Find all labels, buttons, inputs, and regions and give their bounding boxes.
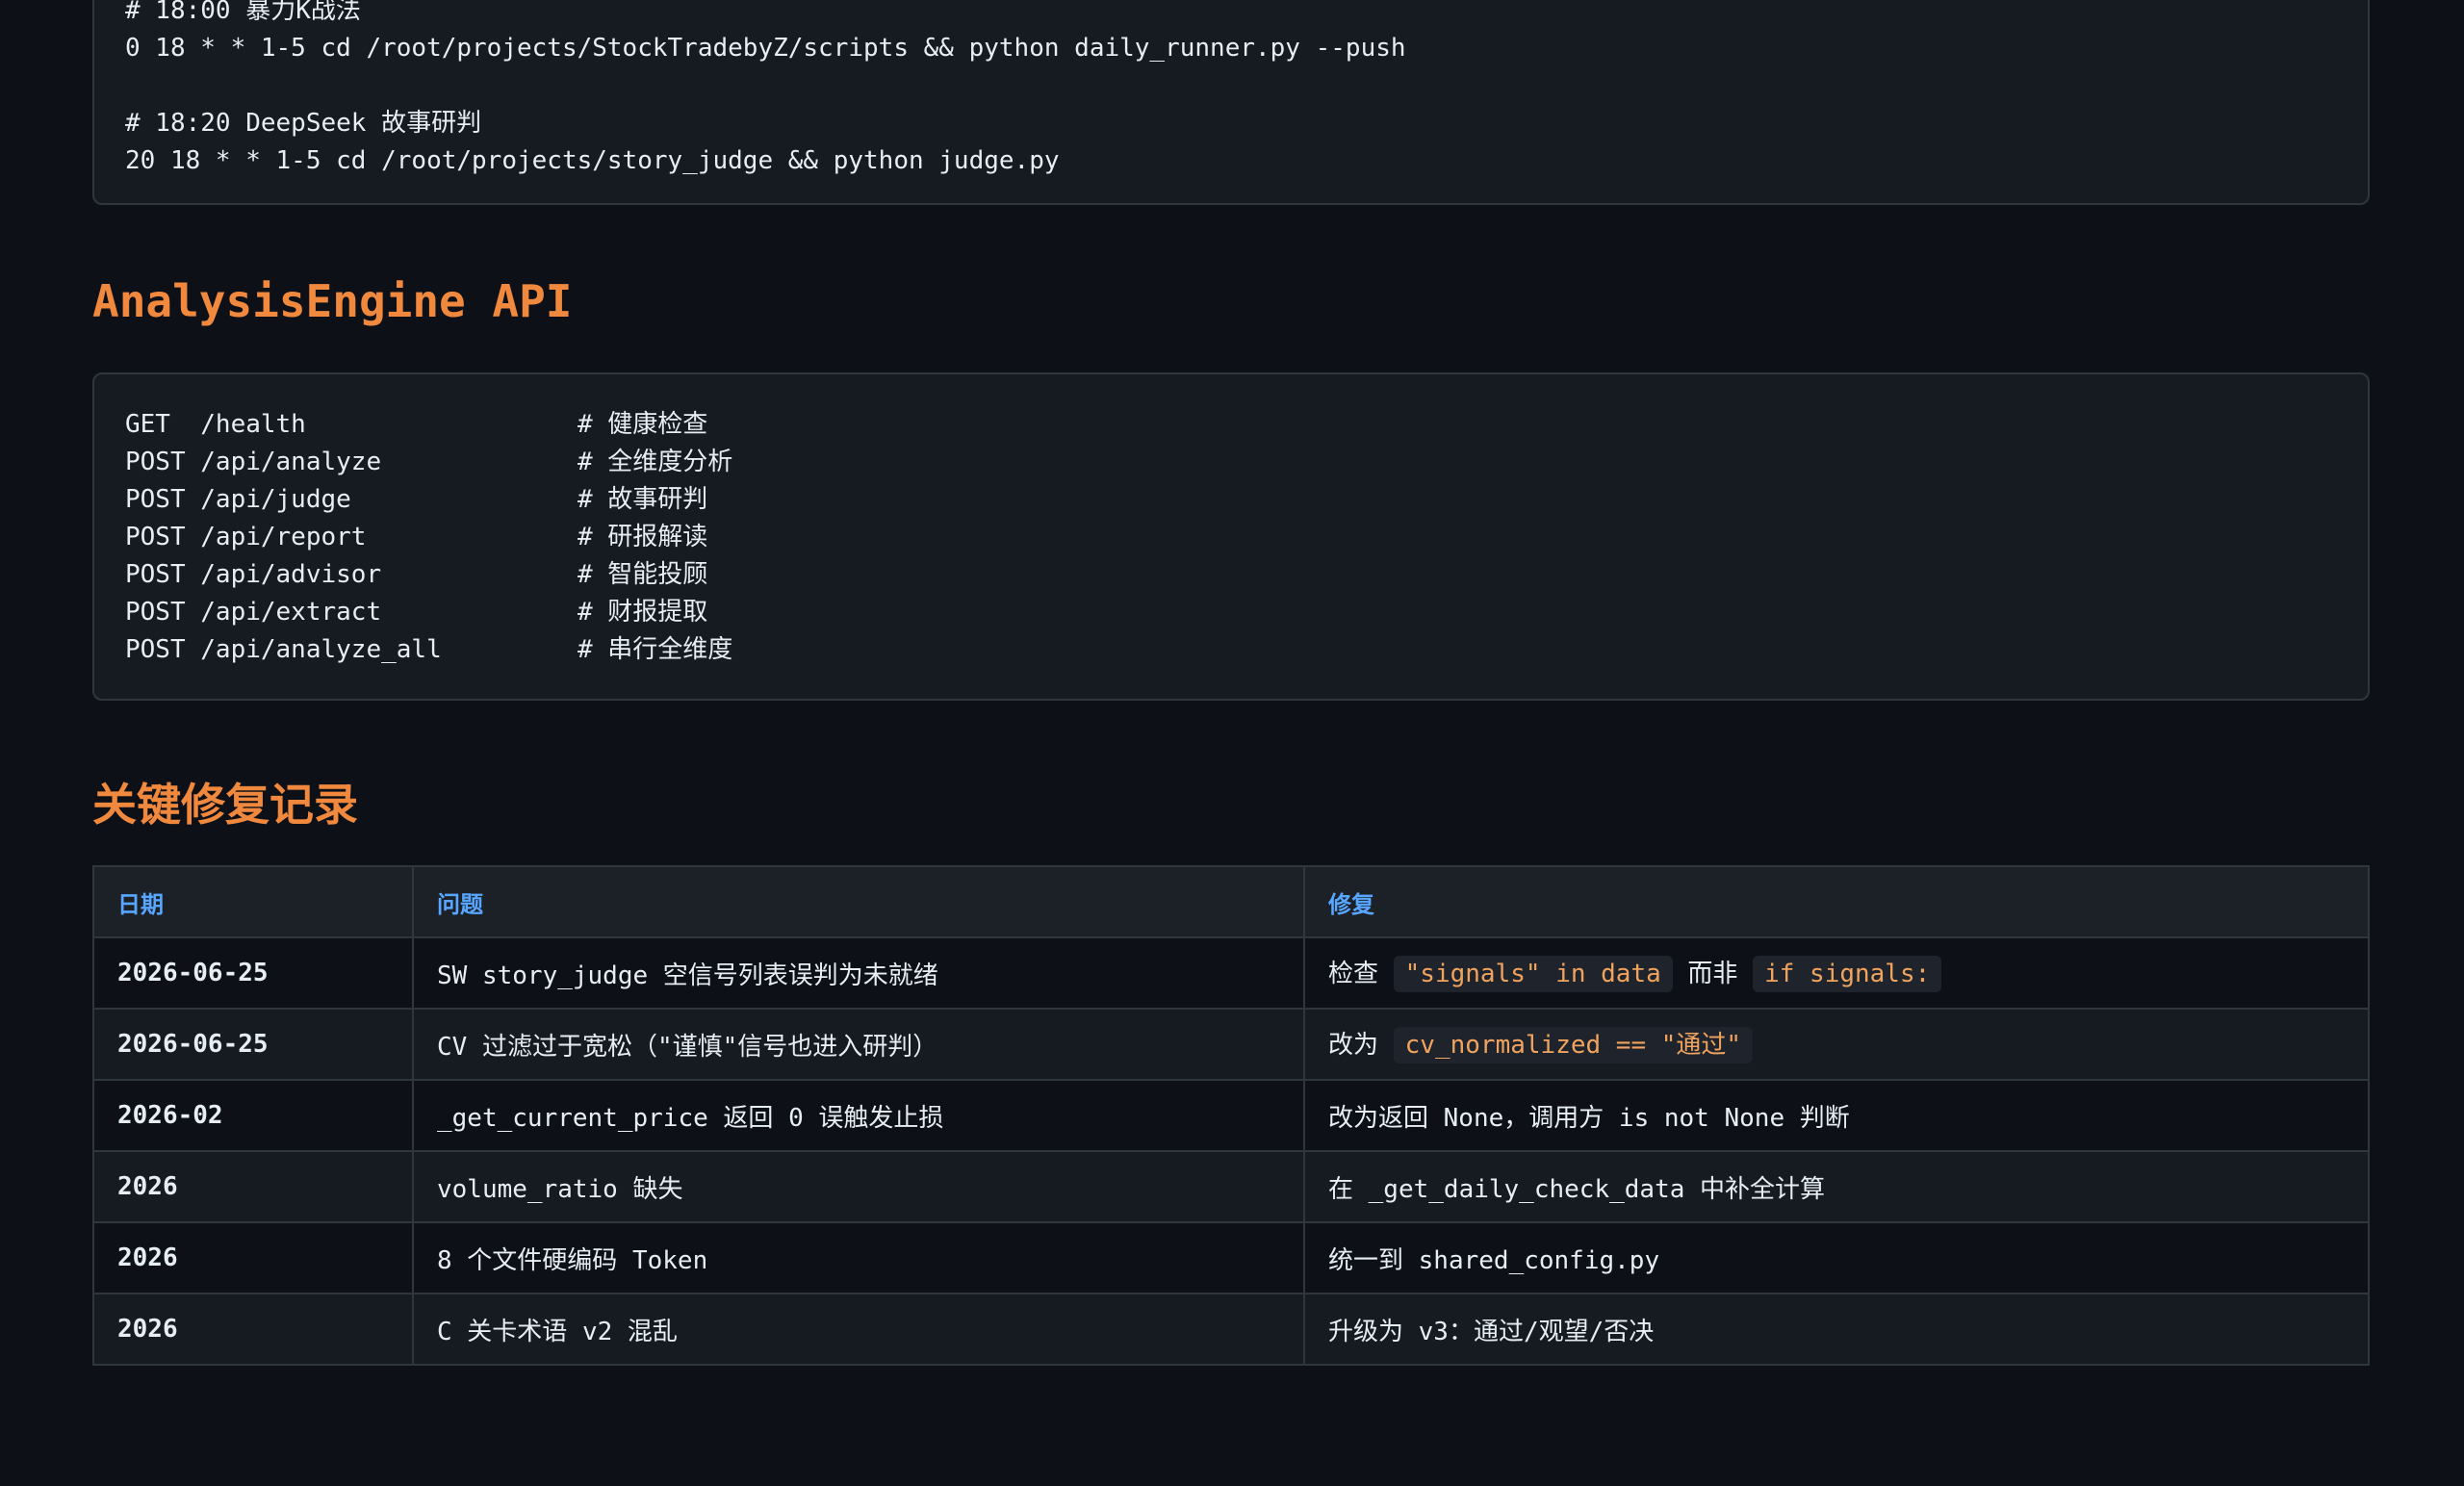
- inline-code: cv_normalized == "通过": [1393, 1027, 1754, 1063]
- api-route: GET /health: [125, 410, 306, 439]
- api-endpoint-line: POST /api/analyze_all # 串行全维度: [125, 631, 2337, 669]
- fix-text: 改为: [1328, 1031, 1394, 1060]
- api-comment: # 研报解读: [578, 523, 708, 551]
- fix-text: 检查: [1328, 960, 1394, 988]
- row-issue: volume_ratio 缺失: [412, 1150, 1305, 1223]
- column-header-fix: 修复: [1303, 865, 2370, 938]
- code-line: 20 18 * * 1-5 cd /root/projects/story_ju…: [125, 146, 1060, 175]
- api-route: POST /api/judge: [125, 485, 351, 514]
- row-fix: 在 _get_daily_check_data 中补全计算: [1303, 1150, 2370, 1223]
- code-line: # 18:20 DeepSeek 故事研判: [125, 109, 482, 138]
- api-comment: # 故事研判: [578, 485, 708, 514]
- api-comment: # 串行全维度: [578, 635, 733, 664]
- api-endpoint-line: POST /api/report # 研报解读: [125, 519, 2337, 556]
- api-comment: # 财报提取: [578, 598, 708, 627]
- api-endpoint-line: POST /api/advisor # 智能投顾: [125, 556, 2337, 594]
- row-date: 2026-02: [92, 1079, 414, 1152]
- table-row: 2026 8 个文件硬编码 Token 统一到 shared_config.py: [92, 1221, 2370, 1294]
- row-fix: 统一到 shared_config.py: [1303, 1221, 2370, 1294]
- table-row: 2026-02 _get_current_price 返回 0 误触发止损 改为…: [92, 1079, 2370, 1152]
- cron-code-block: # 18:00 暴力K战法 0 18 * * 1-5 cd /root/proj…: [92, 0, 2370, 205]
- fix-text: 而非: [1672, 960, 1754, 988]
- api-route: POST /api/analyze: [125, 448, 382, 476]
- row-fix: 改为返回 None，调用方 is not None 判断: [1303, 1079, 2370, 1152]
- row-issue: SW story_judge 空信号列表误判为未就绪: [412, 936, 1305, 1010]
- api-comment: # 智能投顾: [578, 560, 708, 589]
- api-comment: # 健康检查: [578, 410, 708, 439]
- row-fix: 检查 "signals" in data 而非 if signals:: [1303, 936, 2370, 1010]
- row-issue: 8 个文件硬编码 Token: [412, 1221, 1305, 1294]
- inline-code: if signals:: [1753, 956, 1942, 992]
- api-endpoint-line: POST /api/analyze # 全维度分析: [125, 444, 2337, 481]
- table-row: 2026-06-25 SW story_judge 空信号列表误判为未就绪 检查…: [92, 936, 2370, 1010]
- api-route: POST /api/report: [125, 523, 367, 551]
- fix-section-heading: 关键修复记录: [92, 779, 358, 831]
- column-header-date: 日期: [92, 865, 414, 938]
- api-route: POST /api/advisor: [125, 560, 382, 589]
- markdown-page: # 18:00 暴力K战法 0 18 * * 1-5 cd /root/proj…: [0, 0, 2464, 1486]
- api-route: POST /api/extract: [125, 598, 382, 627]
- table-row: 2026-06-25 CV 过滤过于宽松（"谨慎"信号也进入研判） 改为 cv_…: [92, 1008, 2370, 1081]
- table-row: 2026 volume_ratio 缺失 在 _get_daily_check_…: [92, 1150, 2370, 1223]
- api-section-heading: AnalysisEngine API: [92, 275, 573, 327]
- api-route: POST /api/analyze_all: [125, 635, 442, 664]
- api-endpoint-line: POST /api/judge # 故事研判: [125, 481, 2337, 519]
- row-date: 2026: [92, 1221, 414, 1294]
- row-issue: CV 过滤过于宽松（"谨慎"信号也进入研判）: [412, 1008, 1305, 1081]
- api-endpoint-line: POST /api/extract # 财报提取: [125, 594, 2337, 631]
- code-line: # 18:00 暴力K战法: [125, 0, 361, 25]
- fix-records-table: 日期 问题 修复 2026-06-25 SW story_judge 空信号列表…: [92, 865, 2370, 1366]
- row-date: 2026: [92, 1293, 414, 1366]
- api-endpoint-line: GET /health # 健康检查: [125, 406, 2337, 444]
- row-date: 2026-06-25: [92, 1008, 414, 1081]
- row-date: 2026: [92, 1150, 414, 1223]
- row-issue: C 关卡术语 v2 混乱: [412, 1293, 1305, 1366]
- row-fix: 改为 cv_normalized == "通过": [1303, 1008, 2370, 1081]
- api-code-block: GET /health # 健康检查 POST /api/analyze # 全维度…: [92, 372, 2370, 701]
- row-date: 2026-06-25: [92, 936, 414, 1010]
- row-fix: 升级为 v3：通过/观望/否决: [1303, 1293, 2370, 1366]
- api-comment: # 全维度分析: [578, 448, 733, 476]
- inline-code: "signals" in data: [1393, 956, 1673, 992]
- code-line: 0 18 * * 1-5 cd /root/projects/StockTrad…: [125, 34, 1406, 63]
- column-header-issue: 问题: [412, 865, 1305, 938]
- table-row: 2026 C 关卡术语 v2 混乱 升级为 v3：通过/观望/否决: [92, 1293, 2370, 1366]
- table-header-row: 日期 问题 修复: [92, 865, 2370, 938]
- row-issue: _get_current_price 返回 0 误触发止损: [412, 1079, 1305, 1152]
